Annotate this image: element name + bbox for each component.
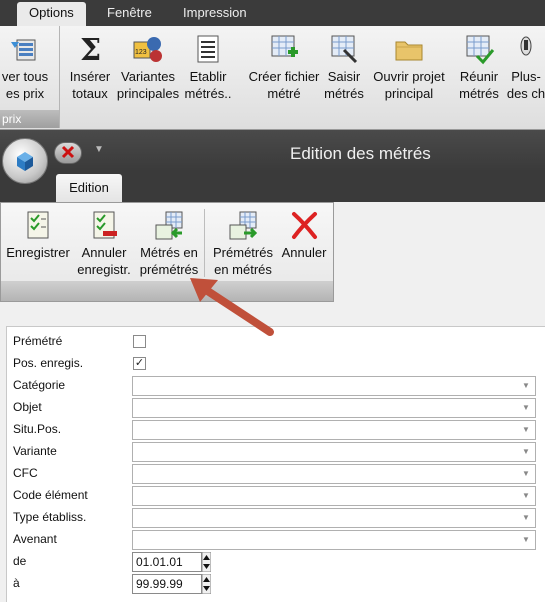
prices-icon [11,39,36,61]
measures-to-premeasures-icon [155,211,183,240]
chevron-down-icon[interactable]: ▼ [518,532,534,548]
svg-text:Σ: Σ [80,33,101,66]
tab-fenetre[interactable]: Fenêtre [95,2,164,26]
variante-combo[interactable]: ▼ [132,442,536,462]
avenant-label: Avenant [13,532,57,546]
categorie-combo[interactable]: ▼ [132,376,536,396]
application-orb-button[interactable] [2,138,48,184]
ribbon-group-prix: ver tous es prix prix [0,26,60,128]
insert-totals-button[interactable]: Σ Insérer totaux [64,26,116,108]
cancel-save-icon [93,211,117,239]
ribbon-separator [204,209,205,277]
chevron-down-icon[interactable]: ▼ [518,422,534,438]
cancel-button[interactable]: Annuler [277,205,331,281]
situ-pos-combo[interactable]: ▼ [132,420,536,440]
categorie-label: Catégorie [13,378,66,392]
cube-icon [17,152,33,171]
window-titlebar: ▼ Edition des métrés [0,130,545,172]
type-etabliss-label: Type établiss. [13,510,87,524]
cfc-label: CFC [13,466,38,480]
tab-options[interactable]: Options [17,2,86,26]
create-measure-file-button[interactable]: Créer fichier métré [240,26,328,108]
pos-enregis-checkbox[interactable]: ✓ [133,357,146,370]
chevron-down-icon[interactable]: ▼ [518,510,534,526]
save-icon [27,211,49,239]
ribbon-group-prix-label: prix [0,110,59,128]
close-doc-button[interactable] [54,142,82,164]
premeasures-to-measures-button[interactable]: Prémétrés en métrés [207,205,279,281]
window-tab-row: Edition [0,172,545,202]
more-label: Plus- des ch [506,69,545,101]
enter-measures-button[interactable]: Saisir métrés [322,26,366,108]
more-button[interactable]: Plus- des ch [504,26,545,108]
date-to-spinner-icon[interactable] [202,574,211,594]
merge-icon [466,35,495,65]
folder-icon [395,41,423,61]
establish-measures-label: Etablir métrés.. [184,69,232,101]
update-prices-button[interactable]: ver tous es prix [0,26,58,108]
measures-to-premeasures-button[interactable]: Métrés en prémétrés [135,205,203,281]
list-icon [197,35,219,63]
variante-label: Variante [13,444,57,458]
pos-enregis-label: Pos. enregis. [13,356,84,370]
ribbon-group-metres: Σ Insérer totaux 123 Variantes principal… [62,26,545,128]
quick-access-dropdown-icon[interactable]: ▼ [94,144,104,155]
chevron-down-icon[interactable]: ▼ [518,444,534,460]
main-ribbon: ver tous es prix prix Σ Insérer totaux 1… [0,26,545,130]
chevron-down-icon[interactable]: ▼ [518,378,534,394]
variants-icon: 123 [133,37,162,62]
edition-ribbon: Enregistrer Annuler enregistr. Métrés en… [0,202,334,302]
annotation-arrow [190,278,274,336]
date-from-field[interactable]: 01.01.01 [132,552,202,572]
date-to-label: à [13,576,20,590]
ribbon-footer [1,281,333,301]
tab-impression[interactable]: Impression [171,2,259,26]
top-tab-bar: Options Fenêtre Impression [0,0,545,26]
code-element-combo[interactable]: ▼ [132,486,536,506]
insert-totals-label: Insérer totaux [69,69,111,101]
save-button[interactable]: Enregistrer [3,205,73,281]
avenant-combo[interactable]: ▼ [132,530,536,550]
filter-form: Prémétré Pos. enregis. ✓ Catégorie ▼ Obj… [6,326,545,602]
merge-measures-button[interactable]: Réunir métrés [454,26,504,108]
tab-edition[interactable]: Edition [56,174,122,202]
situ-pos-label: Situ.Pos. [13,422,62,436]
chevron-down-icon[interactable]: ▼ [518,466,534,482]
date-from-spinner-icon[interactable] [202,552,211,572]
create-measure-file-label: Créer fichier métré [248,69,320,101]
sigma-icon: Σ [80,33,101,66]
objet-combo[interactable]: ▼ [132,398,536,418]
main-variants-label: Variantes principales [116,69,180,101]
code-element-label: Code élément [13,488,88,502]
premetre-checkbox[interactable] [133,335,146,348]
chevron-down-icon[interactable]: ▼ [518,400,534,416]
cancel-label: Annuler [281,245,327,260]
enter-measure-icon [331,35,358,64]
svg-text:123: 123 [135,49,147,56]
open-main-project-label: Ouvrir projet principal [373,69,445,101]
date-to-field[interactable]: 99.99.99 [132,574,202,594]
establish-measures-button[interactable]: Etablir métrés.. [180,26,236,108]
objet-label: Objet [13,400,42,414]
premetre-label: Prémétré [13,334,63,348]
cfc-combo[interactable]: ▼ [132,464,536,484]
cancel-save-label: Annuler enregistr. [77,245,131,277]
cancel-save-button[interactable]: Annuler enregistr. [73,205,135,281]
cancel-x-icon [292,212,317,239]
main-variants-button[interactable]: 123 Variantes principales [116,26,180,108]
open-main-project-button[interactable]: Ouvrir projet principal [366,26,452,108]
date-from-label: de [13,554,27,568]
create-file-icon [271,35,298,57]
chevron-down-icon[interactable]: ▼ [518,488,534,504]
save-label: Enregistrer [6,245,70,260]
close-icon [61,145,75,159]
type-etabliss-combo[interactable]: ▼ [132,508,536,528]
enter-measures-label: Saisir métrés [324,69,364,101]
merge-measures-label: Réunir métrés [459,69,499,101]
premeasures-to-measures-icon [229,211,258,240]
update-prices-label: ver tous es prix [1,69,49,101]
window-title: Edition des métrés [290,144,431,163]
more-icon [520,36,532,56]
